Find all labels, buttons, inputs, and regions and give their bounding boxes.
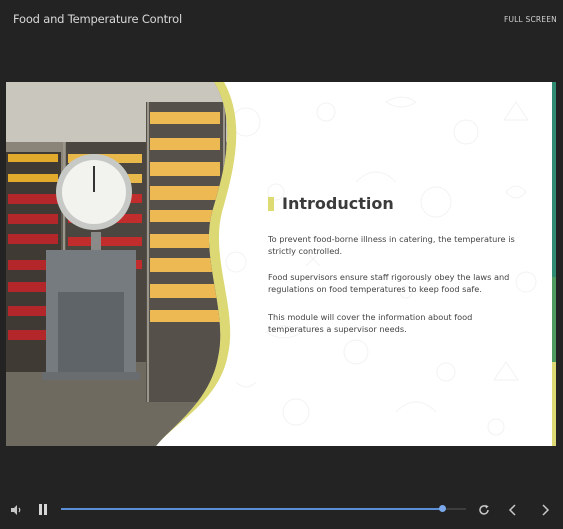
progress-fill bbox=[61, 508, 442, 510]
pause-icon[interactable] bbox=[38, 504, 48, 516]
chevron-left-icon[interactable] bbox=[506, 502, 520, 516]
intro-paragraph-3: This module will cover the information a… bbox=[268, 312, 473, 334]
heading-text: Introduction bbox=[282, 194, 394, 213]
progress-bar[interactable] bbox=[61, 505, 466, 512]
rail-segment-mid bbox=[552, 277, 556, 362]
background-pattern bbox=[225, 96, 537, 436]
intro-paragraph-1: To prevent food-borne illness in caterin… bbox=[268, 234, 515, 256]
rail-segment-green bbox=[552, 82, 556, 277]
fullscreen-button[interactable]: FULL SCREEN bbox=[504, 15, 557, 24]
slide-progress-rail bbox=[552, 82, 556, 446]
player-controls bbox=[0, 496, 563, 522]
intro-paragraph-2: Food supervisors ensure staff rigorously… bbox=[268, 272, 510, 294]
chevron-right-icon[interactable] bbox=[538, 502, 552, 516]
replay-icon[interactable] bbox=[477, 502, 491, 516]
volume-icon[interactable] bbox=[9, 502, 23, 516]
heading-accent-bar bbox=[268, 196, 274, 211]
progress-scrubber[interactable] bbox=[438, 505, 446, 512]
slide-heading: Introduction bbox=[268, 194, 394, 213]
slide-canvas: Introduction To prevent food-borne illne… bbox=[6, 82, 556, 446]
top-bar: Food and Temperature Control FULL SCREEN bbox=[0, 0, 563, 40]
rail-segment-yellow bbox=[552, 362, 556, 446]
warehouse-photo bbox=[6, 82, 237, 446]
course-title: Food and Temperature Control bbox=[13, 12, 182, 26]
